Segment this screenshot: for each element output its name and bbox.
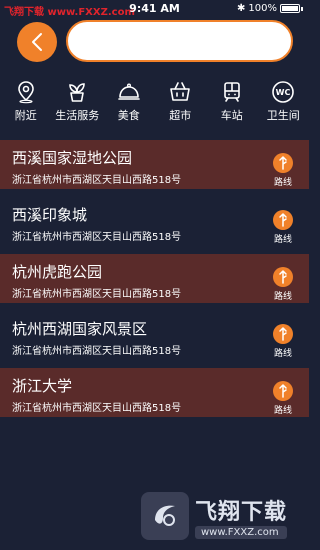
list-item[interactable]: 浙江大学 浙江省杭州市西湖区天目山西路518号 路线	[0, 368, 309, 417]
place-address: 浙江省杭州市西湖区天目山西路518号	[12, 175, 182, 186]
route-arrow-icon	[273, 210, 293, 230]
place-list: 西溪国家湿地公园 浙江省杭州市西湖区天目山西路518号 路线 西溪印象城 浙江省…	[0, 140, 309, 417]
route-label: 路线	[273, 292, 292, 302]
logo-text: 飞翔下载	[195, 499, 288, 525]
place-name: 浙江大学	[12, 377, 73, 395]
category-supermarket[interactable]: 超市	[155, 80, 207, 124]
route-button[interactable]: 路线	[270, 153, 296, 188]
food-cloche-icon	[117, 83, 140, 100]
place-name: 杭州虎跑公园	[12, 263, 103, 281]
category-station[interactable]: 车站	[206, 80, 258, 124]
list-item[interactable]: 杭州虎跑公园 浙江省杭州市西湖区天目山西路518号 路线	[0, 254, 309, 303]
battery-icon	[280, 4, 300, 13]
category-food[interactable]: 美食	[103, 80, 155, 124]
logo-icon	[141, 492, 189, 540]
category-label: 超市	[169, 109, 192, 122]
category-bar: 附近 生活服务 美食 超市 车站 WC 卫生间	[0, 80, 309, 124]
svg-text:WC: WC	[276, 88, 291, 97]
route-arrow-icon	[273, 324, 293, 344]
category-label: 卫生间	[266, 109, 300, 122]
route-button[interactable]: 路线	[270, 324, 296, 359]
search-box[interactable]	[66, 20, 293, 62]
place-name: 杭州西湖国家风景区	[12, 320, 148, 338]
route-button[interactable]: 路线	[270, 381, 296, 416]
battery-indicator: ✱ 100%	[237, 3, 303, 14]
list-item[interactable]: 西溪国家湿地公园 浙江省杭州市西湖区天目山西路518号 路线	[0, 140, 309, 189]
place-address: 浙江省杭州市西湖区天目山西路518号	[12, 346, 182, 357]
route-arrow-icon	[273, 153, 293, 173]
header	[0, 20, 309, 64]
status-bar: 飞翔下载 www.FXXZ.com 9:41 AM ✱ 100%	[0, 0, 309, 18]
search-input[interactable]	[68, 22, 291, 60]
wc-icon: WC	[272, 81, 295, 103]
plant-pot-icon	[69, 83, 86, 102]
bus-icon	[223, 82, 240, 102]
place-name: 西溪国家湿地公园	[12, 149, 133, 167]
list-item[interactable]: 西溪印象城 浙江省杭州市西湖区天目山西路518号 路线	[0, 197, 309, 246]
category-label: 美食	[117, 109, 140, 122]
logo-url: www.FXXZ.com	[195, 525, 288, 539]
route-label: 路线	[273, 178, 292, 188]
chevron-left-icon	[32, 33, 42, 51]
category-label: 附近	[14, 109, 37, 122]
route-arrow-icon	[273, 381, 293, 401]
route-label: 路线	[273, 406, 292, 416]
category-label: 车站	[220, 109, 243, 122]
category-label: 生活服务	[55, 109, 100, 122]
bluetooth-icon: ✱	[237, 3, 246, 14]
route-arrow-icon	[273, 267, 293, 287]
battery-percent: 100%	[248, 3, 277, 14]
watermark-logo: 飞翔下载 www.FXXZ.com	[141, 490, 301, 542]
category-restroom[interactable]: WC 卫生间	[258, 80, 310, 124]
route-label: 路线	[273, 349, 292, 359]
place-name: 西溪印象城	[12, 206, 88, 224]
place-address: 浙江省杭州市西湖区天目山西路518号	[12, 403, 182, 414]
category-nearby[interactable]: 附近	[0, 80, 52, 124]
place-address: 浙江省杭州市西湖区天目山西路518号	[12, 289, 182, 300]
location-pin-icon	[17, 81, 34, 104]
route-label: 路线	[273, 235, 292, 245]
route-button[interactable]: 路线	[270, 267, 296, 302]
back-button[interactable]	[17, 22, 57, 62]
shopping-basket-icon	[170, 82, 191, 101]
place-address: 浙江省杭州市西湖区天目山西路518号	[12, 232, 182, 243]
category-life-services[interactable]: 生活服务	[52, 80, 104, 124]
route-button[interactable]: 路线	[270, 210, 296, 245]
list-item[interactable]: 杭州西湖国家风景区 浙江省杭州市西湖区天目山西路518号 路线	[0, 311, 309, 360]
